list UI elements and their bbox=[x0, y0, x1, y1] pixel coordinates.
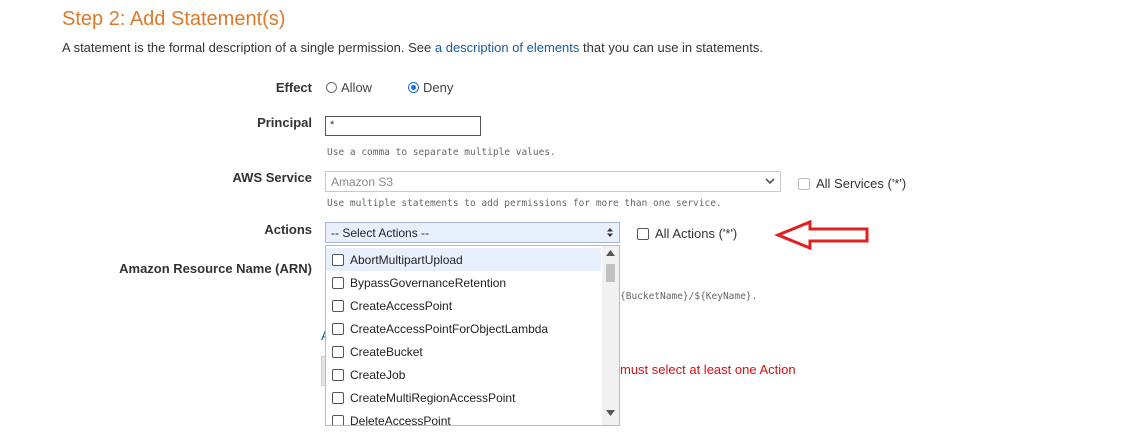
action-checkbox[interactable] bbox=[332, 391, 344, 404]
action-option-label: CreateJob bbox=[350, 367, 406, 382]
aws-service-help-text: Use multiple statements to add permissio… bbox=[327, 198, 722, 209]
action-option-label: BypassGovernanceRetention bbox=[350, 275, 507, 290]
left-arrow-icon bbox=[774, 219, 869, 251]
all-actions-checkbox[interactable] bbox=[637, 227, 649, 240]
arn-label: Amazon Resource Name (ARN) bbox=[119, 261, 312, 276]
page-title: Step 2: Add Statement(s) bbox=[62, 8, 286, 30]
action-checkbox[interactable] bbox=[332, 299, 344, 312]
action-checkbox[interactable] bbox=[332, 322, 344, 335]
action-option-label: CreateBucket bbox=[350, 344, 423, 359]
scrollbar-thumb[interactable] bbox=[606, 264, 615, 282]
principal-help-text: Use a comma to separate multiple values. bbox=[327, 147, 556, 158]
all-actions-label: All Actions ('*') bbox=[655, 226, 738, 241]
deny-radio-label: Deny bbox=[423, 80, 454, 95]
action-checkbox[interactable] bbox=[332, 276, 344, 289]
effect-deny-option[interactable]: Deny bbox=[408, 80, 453, 95]
scroll-down-icon[interactable] bbox=[606, 410, 615, 416]
allow-radio[interactable] bbox=[326, 82, 337, 93]
all-services-option[interactable]: All Services ('*') bbox=[798, 176, 906, 191]
action-checkbox[interactable] bbox=[332, 368, 344, 381]
action-option-label: CreateMultiRegionAccessPoint bbox=[350, 390, 516, 405]
actions-error-message: must select at least one Action bbox=[620, 362, 796, 377]
actions-dropdown-list[interactable]: AbortMultipartUpload BypassGovernanceRet… bbox=[325, 245, 620, 426]
up-down-icon bbox=[607, 228, 613, 237]
aws-service-label: AWS Service bbox=[232, 170, 313, 185]
action-option-create-multi-region-access-point[interactable]: CreateMultiRegionAccessPoint bbox=[326, 386, 601, 409]
effect-allow-option[interactable]: Allow bbox=[326, 80, 372, 95]
description-suffix: that you can use in statements. bbox=[583, 40, 763, 55]
aws-service-value: Amazon S3 bbox=[331, 174, 394, 189]
aws-service-select[interactable]: Amazon S3 bbox=[325, 171, 781, 192]
all-actions-option[interactable]: All Actions ('*') bbox=[637, 226, 737, 241]
action-checkbox[interactable] bbox=[332, 414, 344, 425]
action-option-abort-multipart-upload[interactable]: AbortMultipartUpload bbox=[326, 248, 601, 271]
chevron-down-icon bbox=[765, 178, 775, 185]
dropdown-scrollbar[interactable] bbox=[602, 246, 619, 425]
elements-description-link[interactable]: a description of elements bbox=[435, 40, 580, 55]
all-services-checkbox[interactable] bbox=[798, 177, 810, 190]
action-checkbox[interactable] bbox=[332, 253, 344, 266]
action-option-label: AbortMultipartUpload bbox=[350, 252, 463, 267]
action-option-delete-access-point[interactable]: DeleteAccessPoint bbox=[326, 409, 601, 426]
all-services-label: All Services ('*') bbox=[816, 176, 907, 191]
action-option-create-bucket[interactable]: CreateBucket bbox=[326, 340, 601, 363]
action-option-label: CreateAccessPointForObjectLambda bbox=[350, 321, 549, 336]
action-option-bypass-governance-retention[interactable]: BypassGovernanceRetention bbox=[326, 271, 601, 294]
principal-input[interactable]: * bbox=[325, 116, 481, 136]
arn-help-text: {BucketName}/${KeyName}. bbox=[620, 291, 758, 302]
actions-select-value: -- Select Actions -- bbox=[331, 225, 430, 240]
description-prefix: A statement is the formal description of… bbox=[62, 40, 432, 55]
allow-radio-label: Allow bbox=[341, 80, 373, 95]
principal-label: Principal bbox=[257, 115, 312, 130]
action-option-label: CreateAccessPoint bbox=[350, 298, 453, 313]
action-option-create-access-point[interactable]: CreateAccessPoint bbox=[326, 294, 601, 317]
page-description: A statement is the formal description of… bbox=[62, 40, 763, 55]
effect-label: Effect bbox=[275, 80, 312, 95]
deny-radio[interactable] bbox=[408, 82, 419, 93]
action-option-create-job[interactable]: CreateJob bbox=[326, 363, 601, 386]
actions-label: Actions bbox=[264, 222, 312, 237]
scroll-up-icon[interactable] bbox=[606, 250, 615, 256]
action-option-label: DeleteAccessPoint bbox=[350, 413, 451, 426]
actions-select[interactable]: -- Select Actions -- bbox=[325, 222, 620, 243]
action-checkbox[interactable] bbox=[332, 345, 344, 358]
action-option-create-access-point-for-object-lambda[interactable]: CreateAccessPointForObjectLambda bbox=[326, 317, 601, 340]
